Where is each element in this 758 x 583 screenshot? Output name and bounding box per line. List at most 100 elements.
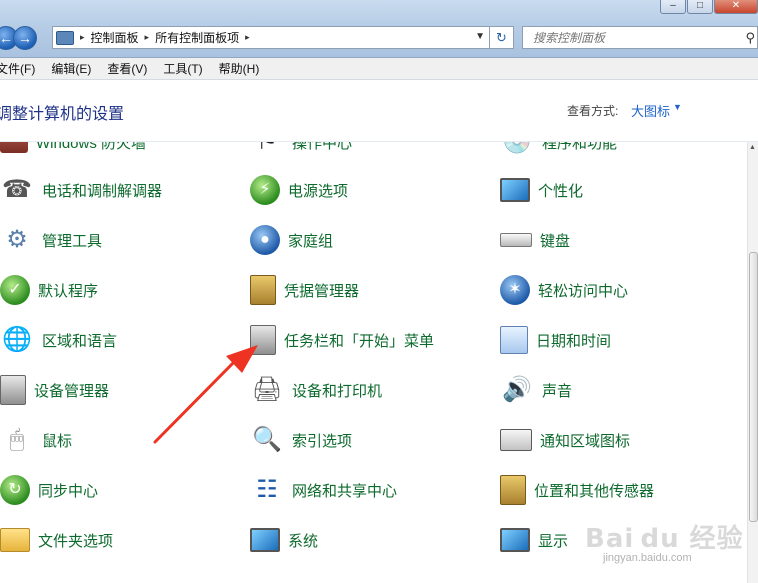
maximize-button[interactable]: □: [687, 0, 713, 14]
list-item-network-sharing[interactable]: ☷ 网络和共享中心: [250, 470, 397, 510]
power-options-icon: ⚡: [250, 175, 280, 205]
date-time-icon: [500, 326, 528, 354]
list-item-keyboard[interactable]: 键盘: [500, 220, 570, 260]
programs-icon: 💿: [500, 142, 534, 159]
list-item-programs[interactable]: 💿 程序和功能: [500, 142, 617, 162]
list-item-mouse[interactable]: 🖱 鼠标: [0, 420, 72, 460]
credential-manager-icon: [250, 275, 276, 305]
item-label: 键盘: [540, 232, 571, 250]
breadcrumb-control-panel[interactable]: 控制面板: [91, 29, 139, 46]
action-center-icon: ⚑: [250, 142, 284, 159]
address-dropdown-icon[interactable]: ▼: [475, 31, 485, 42]
list-item-region-language[interactable]: 🌐 区域和语言: [0, 320, 117, 360]
menu-help[interactable]: 帮助(H): [219, 60, 260, 77]
list-item-admin-tools[interactable]: ⚙ 管理工具: [0, 220, 102, 260]
list-item-firewall[interactable]: Windows 防火墙: [0, 142, 146, 162]
display-icon: [500, 528, 530, 552]
item-label: 默认程序: [38, 282, 99, 300]
homegroup-icon: ●: [250, 225, 280, 255]
item-label: 程序和功能: [542, 142, 618, 152]
menu-edit[interactable]: 编辑(E): [51, 60, 91, 77]
list-item-default-programs[interactable]: ✓ 默认程序: [0, 270, 98, 310]
control-panel-items: Windows 防火墙 ⚑ 操作中心 💿 程序和功能 ☎ 电话和调制解调器 ⚡ …: [0, 142, 746, 583]
refresh-icon[interactable]: ↻: [489, 26, 513, 49]
indexing-options-icon: 🔍: [252, 426, 282, 453]
device-manager-icon: [0, 375, 26, 405]
view-by-label: 查看方式:: [567, 104, 619, 118]
partial-icon: ●: [0, 573, 34, 583]
personalization-icon: [500, 178, 530, 202]
search-input[interactable]: [533, 30, 733, 45]
breadcrumb-all-items[interactable]: 所有控制面板项: [155, 29, 239, 46]
list-item-partial: ●: [250, 570, 284, 583]
list-item-location-sensors[interactable]: 位置和其他传感器: [500, 470, 654, 510]
list-item-folder-options[interactable]: 文件夹选项: [0, 520, 113, 560]
list-item-sound[interactable]: 🔊 声音: [500, 370, 572, 410]
partial-icon: ●: [250, 573, 284, 583]
breadcrumb-separator[interactable]: ▸: [245, 32, 250, 43]
region-language-icon: 🌐: [2, 326, 32, 353]
system-icon: [250, 528, 280, 552]
item-label: 操作中心: [292, 142, 353, 152]
view-by-chevron-icon[interactable]: ▼: [673, 102, 682, 112]
item-label: 同步中心: [38, 482, 99, 500]
item-label: 个性化: [538, 182, 584, 200]
scroll-up-arrow-icon[interactable]: ▲: [749, 144, 756, 151]
item-label: 索引选项: [292, 432, 353, 450]
list-item-ease-of-access[interactable]: ✶ 轻松访问中心: [500, 270, 628, 310]
item-label: 电源选项: [288, 182, 349, 200]
address-bar[interactable]: ▸ 控制面板 ▸ 所有控制面板项 ▸ ▼ ↻: [52, 26, 514, 49]
close-button[interactable]: ✕: [714, 0, 758, 14]
list-item-indexing-options[interactable]: 🔍 索引选项: [250, 420, 352, 460]
location-sensors-icon: [500, 475, 526, 505]
list-item-credential-manager[interactable]: 凭据管理器: [250, 270, 359, 310]
list-item-partial: ●: [0, 570, 34, 583]
baidu-watermark: Bai du 经验 jingyan.baidu.com: [585, 518, 744, 564]
minimize-button[interactable]: –: [660, 0, 686, 14]
menu-tools[interactable]: 工具(T): [163, 60, 202, 77]
search-box[interactable]: ⚲: [522, 26, 758, 49]
list-item-date-time[interactable]: 日期和时间: [500, 320, 611, 360]
breadcrumb-separator[interactable]: ▸: [145, 32, 150, 43]
default-programs-icon: ✓: [0, 275, 30, 305]
list-item-taskbar-start[interactable]: 任务栏和「开始」菜单: [250, 320, 434, 360]
list-item-personalization[interactable]: 个性化: [500, 170, 583, 210]
keyboard-icon: [500, 233, 532, 247]
breadcrumb-separator[interactable]: ▸: [80, 32, 85, 43]
title-bar: – □ ✕ ← → ▸ 控制面板 ▸ 所有控制面板项 ▸ ▼ ↻ ⚲: [0, 0, 758, 58]
list-item-homegroup[interactable]: ● 家庭组: [250, 220, 333, 260]
forward-button[interactable]: →: [13, 26, 37, 50]
menu-view[interactable]: 查看(V): [107, 60, 147, 77]
menu-file[interactable]: 文件(F): [0, 60, 35, 77]
page-title: 调整计算机的设置: [0, 106, 125, 123]
list-item-notification-area[interactable]: 通知区域图标: [500, 420, 630, 460]
phone-modem-icon: ☎: [2, 176, 32, 203]
taskbar-start-icon: [250, 325, 276, 355]
admin-tools-icon: ⚙: [6, 226, 28, 253]
item-label: 凭据管理器: [284, 282, 360, 300]
item-label: 设备和打印机: [292, 382, 383, 400]
list-item-sync-center[interactable]: ↻ 同步中心: [0, 470, 98, 510]
forward-arrow-icon: →: [18, 30, 32, 46]
vertical-scrollbar[interactable]: ▲: [747, 142, 758, 583]
item-label: 设备管理器: [34, 382, 110, 400]
search-icon[interactable]: ⚲: [745, 30, 755, 46]
list-item-power-options[interactable]: ⚡ 电源选项: [250, 170, 348, 210]
menu-bar: 文件(F) 编辑(E) 查看(V) 工具(T) 帮助(H): [0, 58, 758, 80]
list-item-display[interactable]: 显示: [500, 520, 568, 560]
watermark-logo: Bai du 经验: [585, 524, 744, 554]
list-item-device-manager[interactable]: 设备管理器: [0, 370, 109, 410]
list-item-devices-printers[interactable]: 🖨 设备和打印机: [250, 370, 382, 410]
list-item-system[interactable]: 系统: [250, 520, 318, 560]
list-item-partial: ●: [500, 570, 534, 583]
list-item-phone-modem[interactable]: ☎ 电话和调制解调器: [0, 170, 162, 210]
window-controls: – □ ✕: [659, 0, 758, 14]
scrollbar-thumb[interactable]: [749, 252, 758, 522]
item-label: 网络和共享中心: [292, 482, 398, 500]
item-label: 声音: [542, 382, 573, 400]
control-panel-icon: [56, 30, 74, 45]
item-label: 鼠标: [42, 432, 73, 450]
devices-printers-icon: 🖨: [251, 376, 283, 403]
view-by-dropdown[interactable]: 大图标: [631, 101, 670, 120]
list-item-action-center[interactable]: ⚑ 操作中心: [250, 142, 352, 162]
